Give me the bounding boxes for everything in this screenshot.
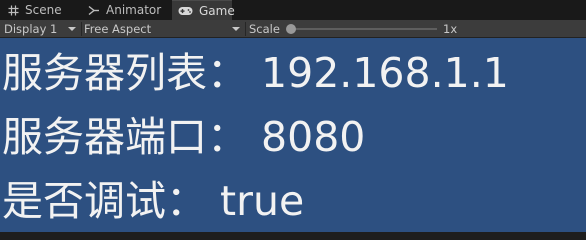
chevron-down-icon [232, 27, 240, 31]
scale-value: 1x [443, 22, 458, 36]
scale-slider-track[interactable] [291, 28, 437, 30]
chevron-down-icon [68, 27, 76, 31]
server-port-line: 服务器端口： 8080 [2, 113, 365, 161]
server-port-separator: ： [207, 113, 248, 161]
tab-bar: Scene Animator Game [0, 0, 586, 20]
animator-icon [88, 5, 100, 16]
debug-label: 是否调试 [2, 177, 166, 225]
server-list-value: 192.168.1.1 [261, 49, 509, 97]
game-toolbar: Display 1 Free Aspect Scale 1x [0, 20, 586, 38]
aspect-dropdown[interactable]: Free Aspect [84, 20, 244, 38]
scale-slider-thumb[interactable] [286, 24, 296, 34]
grid-icon [8, 5, 19, 16]
aspect-dropdown-value: Free Aspect [84, 22, 152, 36]
tab-game-label: Game [199, 3, 235, 18]
debug-separator: ： [166, 177, 207, 225]
game-view[interactable]: 服务器列表： 192.168.1.1 服务器端口： 8080 是否调试： tru… [0, 38, 586, 232]
display-dropdown-value: Display 1 [4, 22, 58, 36]
display-dropdown[interactable]: Display 1 [4, 20, 80, 38]
toolbar-divider [81, 22, 82, 36]
unity-editor-panel: Scene Animator Game Display 1 Free Aspec… [0, 0, 586, 232]
debug-value: true [220, 177, 305, 225]
server-list-label: 服务器列表 [2, 49, 207, 97]
tab-game[interactable]: Game [172, 0, 235, 20]
scale-label: Scale [249, 22, 280, 36]
server-list-line: 服务器列表： 192.168.1.1 [2, 49, 509, 97]
server-list-separator: ： [207, 49, 248, 97]
tab-scene[interactable]: Scene [8, 0, 62, 20]
server-port-label: 服务器端口 [2, 113, 207, 161]
debug-line: 是否调试： true [2, 177, 304, 225]
toolbar-divider [245, 22, 246, 36]
gamepad-icon [178, 6, 193, 16]
tab-scene-label: Scene [25, 3, 62, 17]
server-port-value: 8080 [261, 113, 366, 161]
tab-animator[interactable]: Animator [88, 0, 161, 20]
tab-animator-label: Animator [106, 3, 162, 17]
